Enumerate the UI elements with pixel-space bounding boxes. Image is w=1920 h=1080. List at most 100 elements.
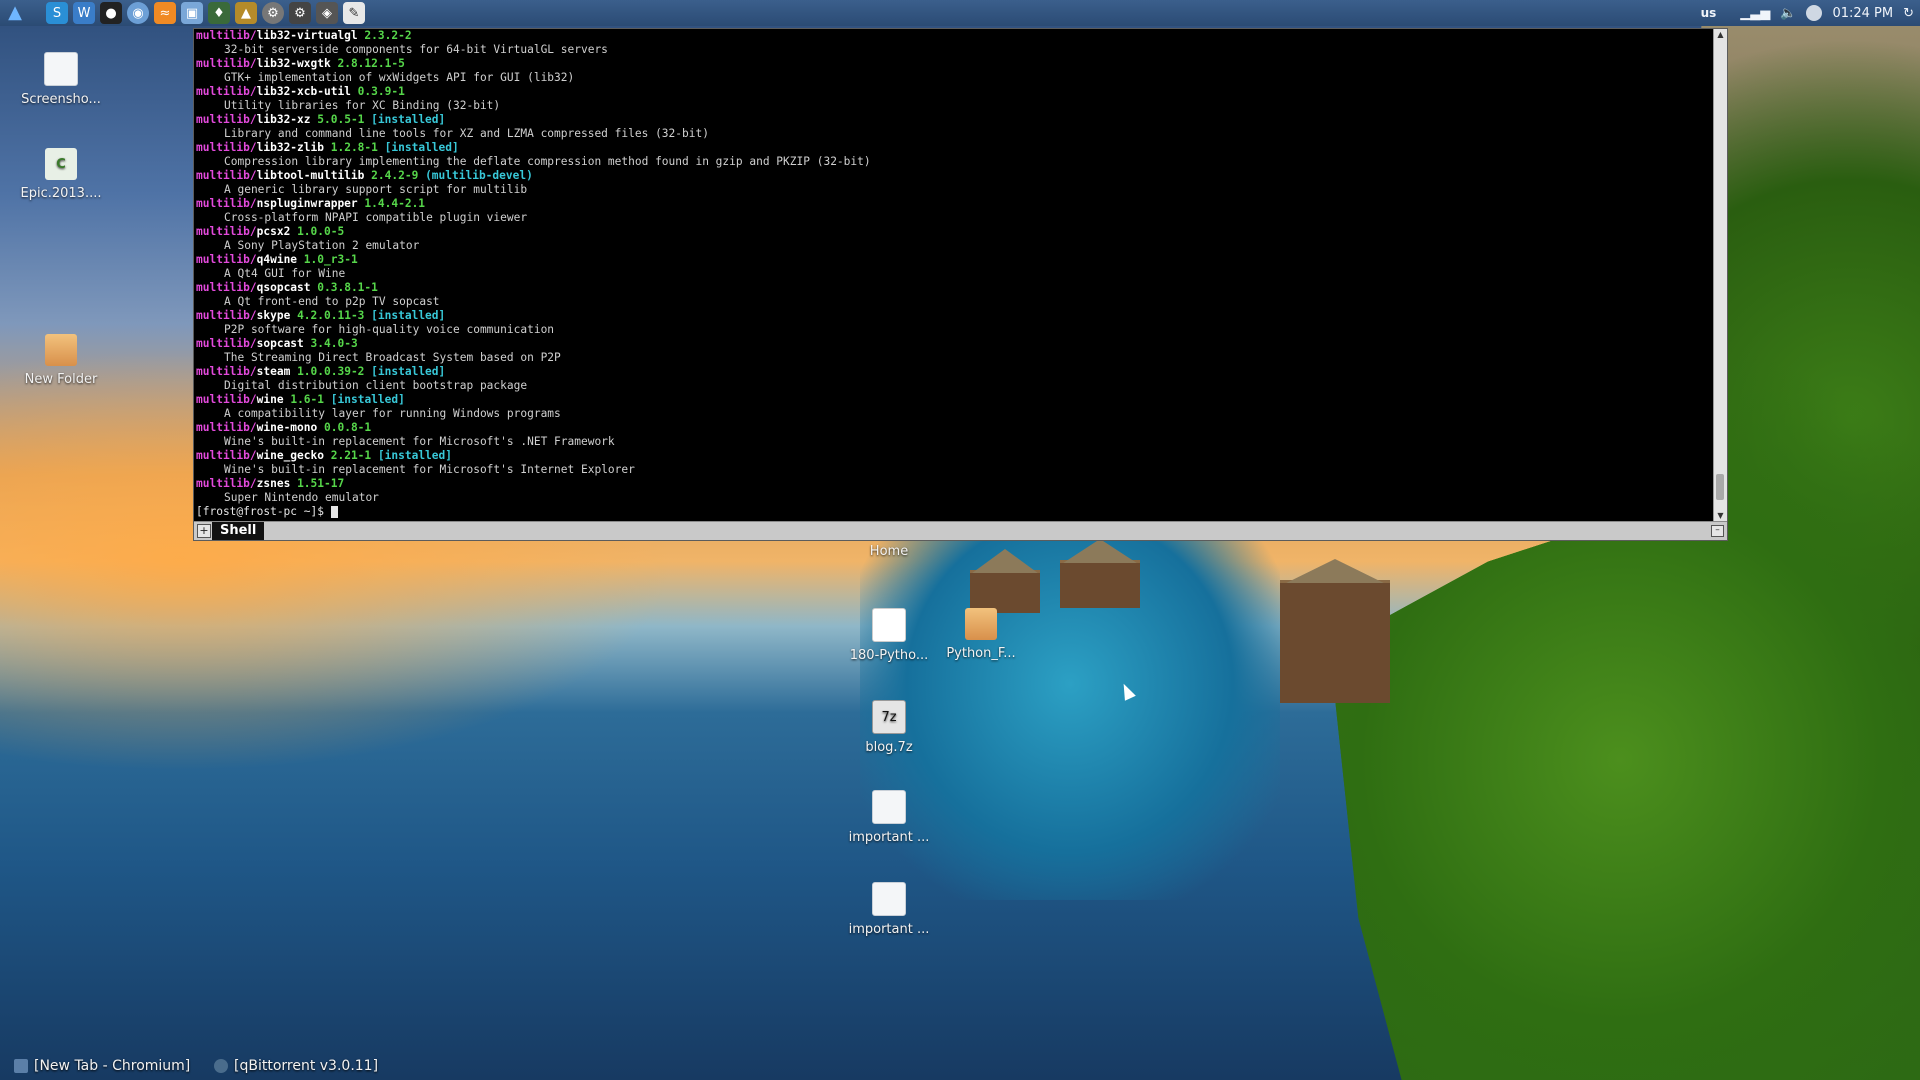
scroll-up-arrow-icon[interactable]: ▲: [1714, 29, 1727, 41]
package-name: skype: [256, 309, 291, 322]
terminal-line: multilib/libtool-multilib 2.4.2-9 (multi…: [196, 169, 1713, 183]
package-repo: multilib/: [196, 197, 257, 210]
package-repo: multilib/: [196, 337, 257, 350]
package-name: pcsx2: [256, 225, 291, 238]
chromium-task-icon: [14, 1059, 28, 1073]
package-repo: multilib/: [196, 57, 257, 70]
package-version: 1.51-17: [297, 477, 345, 490]
desktop-icon-important-1[interactable]: important ...: [834, 790, 944, 845]
rss-icon[interactable]: ≈: [154, 2, 176, 24]
terminal-line: multilib/lib32-xz 5.0.5-1 [installed]: [196, 113, 1713, 127]
package-description: A compatibility layer for running Window…: [224, 407, 561, 420]
package-repo: multilib/: [196, 393, 257, 406]
package-version: 3.4.0-3: [310, 337, 358, 350]
desktop-icon-blog-7z[interactable]: 7z blog.7z: [834, 700, 944, 755]
task-label: [New Tab - Chromium]: [34, 1058, 191, 1074]
desktop-icon-label: important ...: [848, 922, 930, 937]
task-chromium[interactable]: [New Tab - Chromium]: [14, 1058, 190, 1074]
package-version: 1.0.0-5: [297, 225, 345, 238]
archive-icon: 7z: [872, 700, 906, 734]
python-icon[interactable]: ◈: [316, 2, 338, 24]
game-icon[interactable]: ♦: [208, 2, 230, 24]
terminal-line: Wine's built-in replacement for Microsof…: [196, 435, 1713, 449]
keyboard-layout[interactable]: us: [1701, 6, 1717, 20]
skype-icon[interactable]: S: [46, 2, 68, 24]
folder-icon: [965, 608, 997, 640]
package-name: libtool-multilib: [256, 169, 365, 182]
scroll-thumb[interactable]: [1716, 474, 1724, 500]
tab-shell[interactable]: Shell: [212, 522, 265, 540]
refresh-icon[interactable]: ↻: [1903, 6, 1914, 21]
package-tag: [installed]: [371, 113, 446, 126]
top-panel: ▲ S W ● ◉ ≈ ▣ ♦ ▲ ⚙ ⚙ ◈ ✎ us ▁▃▅ 🔈 01:24…: [0, 0, 1920, 26]
terminal-line: Compression library implementing the def…: [196, 155, 1713, 169]
terminal-line: 32-bit serverside components for 64-bit …: [196, 43, 1713, 57]
package-name: lib32-xz: [256, 113, 311, 126]
package-name: sopcast: [256, 337, 304, 350]
terminal-line: A Qt4 GUI for Wine: [196, 267, 1713, 281]
desktop-icon-epic[interactable]: C Epic.2013....: [6, 148, 116, 201]
package-name: q4wine: [256, 253, 298, 266]
system-tray: us ▁▃▅ 🔈 01:24 PM ↻: [1701, 0, 1920, 26]
terminal-line: A compatibility layer for running Window…: [196, 407, 1713, 421]
qbittorrent-task-icon: [214, 1059, 228, 1073]
terminal-line: Cross-platform NPAPI compatible plugin v…: [196, 211, 1713, 225]
package-name: lib32-xcb-util: [256, 85, 351, 98]
steam-icon[interactable]: ⚙: [289, 2, 311, 24]
desktop-icon-label: New Folder: [24, 372, 98, 387]
writer-icon[interactable]: W: [73, 2, 95, 24]
package-tag: [installed]: [384, 141, 459, 154]
epic-icon: C: [45, 148, 77, 180]
terminal-window[interactable]: multilib/lib32-virtualgl 2.3.2-2 32-bit s…: [193, 28, 1728, 541]
package-name: wine_gecko: [256, 449, 324, 462]
clock[interactable]: 01:24 PM: [1832, 6, 1893, 21]
terminal-line: multilib/zsnes 1.51-17: [196, 477, 1713, 491]
package-repo: multilib/: [196, 29, 257, 42]
terminal-line: Super Nintendo emulator: [196, 491, 1713, 505]
terminal-prompt-line[interactable]: [frost@frost-pc ~]$: [196, 505, 1713, 519]
terminal-line: P2P software for high-quality voice comm…: [196, 323, 1713, 337]
package-name: wine-mono: [256, 421, 318, 434]
shell-prompt: [frost@frost-pc ~]$: [196, 505, 331, 518]
package-description: Digital distribution client bootstrap pa…: [224, 379, 528, 392]
package-description: A Sony PlayStation 2 emulator: [224, 239, 420, 252]
terminal-line: multilib/steam 1.0.0.39-2 [installed]: [196, 365, 1713, 379]
arch-menu-icon[interactable]: ▲: [4, 1, 26, 23]
network-signal-icon[interactable]: ▁▃▅: [1740, 6, 1770, 21]
desktop-icon-important-2[interactable]: important ...: [834, 882, 944, 937]
task-qbittorrent[interactable]: [qBittorrent v3.0.11]: [214, 1058, 378, 1074]
terminal-line: Library and command line tools for XZ an…: [196, 127, 1713, 141]
desktop-icon-screenshot[interactable]: Screensho...: [6, 52, 116, 107]
package-version: 4.2.0.11-3: [297, 309, 365, 322]
package-repo: multilib/: [196, 169, 257, 182]
user-icon[interactable]: [1806, 5, 1823, 21]
package-version: 5.0.5-1: [317, 113, 365, 126]
terminal-scrollbar[interactable]: ▲ ▼: [1713, 29, 1727, 522]
package-name: zsnes: [256, 477, 291, 490]
desktop-icon-label: important ...: [848, 830, 930, 845]
terminal-line: A Sony PlayStation 2 emulator: [196, 239, 1713, 253]
new-tab-icon[interactable]: +: [197, 524, 211, 538]
package-description: Library and command line tools for XZ an…: [224, 127, 709, 140]
terminal-line: multilib/pcsx2 1.0.0-5: [196, 225, 1713, 239]
terminal-icon[interactable]: ●: [100, 2, 122, 24]
package-repo: multilib/: [196, 253, 257, 266]
terminal-line: multilib/wine_gecko 2.21-1 [installed]: [196, 449, 1713, 463]
settings-icon[interactable]: ⚙: [262, 2, 284, 24]
package-name: lib32-virtualgl: [256, 29, 358, 42]
file-icon[interactable]: ✎: [343, 2, 365, 24]
desktop-icon-new-folder[interactable]: New Folder: [6, 334, 116, 387]
package-version: 2.4.2-9: [371, 169, 419, 182]
terminal-output[interactable]: multilib/lib32-virtualgl 2.3.2-2 32-bit s…: [196, 29, 1713, 522]
package-description: Wine's built-in replacement for Microsof…: [224, 435, 615, 448]
package-name: lib32-zlib: [256, 141, 324, 154]
chromium-icon[interactable]: ◉: [127, 2, 149, 24]
screenshot-icon[interactable]: ▣: [181, 2, 203, 24]
close-tab-icon[interactable]: –: [1711, 525, 1724, 537]
package-version: 0.3.9-1: [357, 85, 405, 98]
package-version: 1.6-1: [290, 393, 325, 406]
wine-icon[interactable]: ▲: [235, 2, 257, 24]
volume-icon[interactable]: 🔈: [1780, 6, 1796, 21]
package-repo: multilib/: [196, 281, 257, 294]
desktop-icon-python-folder[interactable]: Python_F...: [926, 608, 1036, 661]
